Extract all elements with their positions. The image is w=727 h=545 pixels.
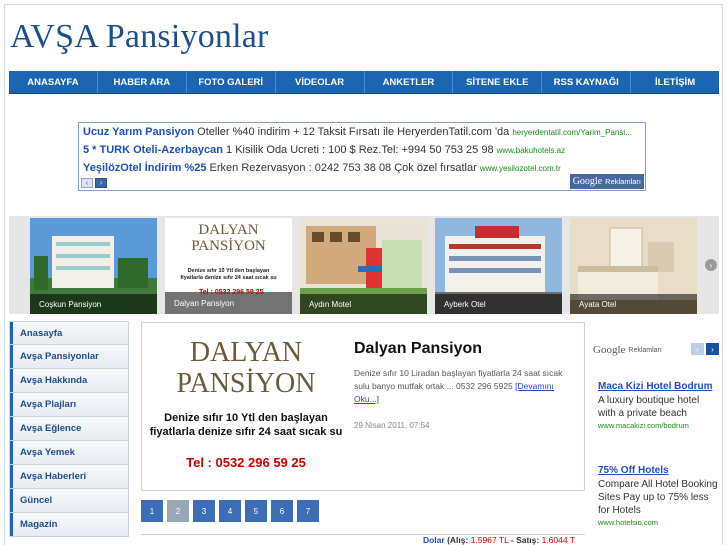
page-button[interactable]: 1 — [141, 500, 163, 522]
promo-line: Denize sıfır 10 Ytl den başlayan — [187, 268, 270, 274]
buy-value: 1.5967 TL — [470, 535, 509, 545]
nav-item-anketler[interactable]: ANKETLER — [365, 71, 454, 93]
badge-label: Reklamları — [605, 177, 641, 186]
nav-item-videolar[interactable]: VİDEOLAR — [276, 71, 365, 93]
phone-number: Tel : 0532 296 59 25 — [186, 455, 306, 470]
google-logo: Google — [572, 176, 603, 187]
right-ad-url[interactable]: www.hotelsio.com — [598, 518, 719, 527]
page-button[interactable]: 7 — [297, 500, 319, 522]
carousel-caption: Aydın Motel — [300, 294, 427, 314]
promo-text: Denize sıfır 10 Ytl den başlayan fiyatla… — [147, 411, 345, 439]
top-ads-box: Ucuz Yarım Pansiyon Oteller %40 indirim … — [78, 122, 646, 191]
nav-item-haber-ara[interactable]: HABER ARA — [98, 71, 187, 93]
ad-pager: ‹ › — [81, 178, 107, 188]
nav-item-foto-galeri[interactable]: FOTO GALERİ — [187, 71, 276, 93]
google-logo: Google — [593, 344, 626, 356]
chevron-right-icon[interactable]: › — [705, 259, 717, 271]
chevron-left-icon[interactable]: ‹ — [81, 178, 93, 188]
right-ad-url[interactable]: www.macakizi.com/bodrum — [598, 421, 719, 430]
logo-line: DALYAN — [189, 337, 303, 368]
carousel-caption: Ayberk Otel — [435, 294, 562, 314]
hotel-carousel: ‹ Coşkun Pansiyon DALYAN PANSİYON Denize… — [9, 216, 719, 314]
ad-title[interactable]: 5 * TURK Oteli-Azerbaycan — [83, 144, 223, 156]
site-title[interactable]: AVŞA Pansiyonlar — [10, 18, 269, 56]
page-button[interactable]: 3 — [193, 500, 215, 522]
page-button[interactable]: 4 — [219, 500, 241, 522]
right-ads: Google Reklamları ‹ › Maca Kizi Hotel Bo… — [593, 343, 719, 527]
page-button[interactable]: 6 — [271, 500, 293, 522]
sidebar-item-avsa-eglence[interactable]: Avşa Eğlence — [9, 417, 129, 441]
ads-label: Reklamları — [628, 346, 662, 354]
nav-item-rss[interactable]: RSS KAYNAĞI — [542, 71, 632, 93]
right-ad[interactable]: 75% Off Hotels Compare All Hotel Booking… — [598, 465, 719, 527]
sidebar-item-anasayfa[interactable]: Anasayfa — [9, 321, 129, 345]
google-ads-badge[interactable]: Google Reklamları — [569, 174, 644, 189]
right-ad-body: A luxury boutique hotel with a private b… — [598, 395, 700, 419]
ad-text: Oteller %40 indirim + 12 Taksit Fırsatı … — [194, 126, 513, 138]
promo-line: Denize sıfır 10 Ytl den başlayan — [164, 412, 328, 424]
right-ad-title[interactable]: Maca Kizi Hotel Bodrum — [598, 381, 719, 392]
sidebar-item-avsa-haberleri[interactable]: Avşa Haberleri — [9, 465, 129, 489]
phone-small: Tel : 0532 296 59 25 — [199, 289, 264, 296]
article-excerpt: Denize sıfır 10 Liradan başlayan fiyatla… — [354, 367, 576, 406]
promo-line: fiyatlarla denize sıfır 24 saat sıcak su — [180, 275, 277, 281]
logo-line: DALYAN — [198, 222, 259, 238]
sidebar-item-guncel[interactable]: Güncel — [9, 489, 129, 513]
carousel-caption: Coşkun Pansiyon — [30, 294, 157, 314]
nav-item-sitene-ekle[interactable]: SİTENE EKLE — [453, 71, 543, 93]
carousel-item[interactable]: Coşkun Pansiyon — [30, 218, 157, 314]
currency-ticker: Dolar (Alış: 1.5967 TL - Satış: 1.6044 T — [141, 534, 585, 545]
sell-value: 1.6044 T — [541, 535, 575, 545]
carousel-caption-box: Dalyan Pansiyon Tel : 0532 296 59 25 — [165, 289, 292, 314]
ad-url[interactable]: www.yesilozotel.com.tr — [480, 164, 561, 173]
page-button[interactable]: 5 — [245, 500, 267, 522]
ad-line[interactable]: 5 * TURK Oteli-Azerbaycan 1 Kisilik Oda … — [83, 144, 565, 156]
article-pager: 1 2 3 4 5 6 7 — [141, 500, 319, 522]
nav-item-anasayfa[interactable]: ANASAYFA — [9, 71, 98, 93]
sidebar-item-avsa-hakkinda[interactable]: Avşa Hakkında — [9, 369, 129, 393]
dalyan-logo-small: DALYAN PANSİYON — [165, 222, 292, 254]
dalyan-logo: DALYAN PANSİYON — [147, 337, 345, 399]
ad-title[interactable]: YeşilözOtel İndirim %25 — [83, 162, 207, 174]
logo-line: PANSİYON — [176, 368, 316, 399]
right-ad-body: Compare All Hotel Booking Sites Pay up t… — [598, 479, 718, 516]
logo-line: PANSİYON — [191, 238, 266, 254]
ad-url[interactable]: www.bakuhotels.az — [497, 146, 565, 155]
carousel-caption: Dalyan Pansiyon — [174, 298, 235, 308]
sidebar-item-avsa-yemek[interactable]: Avşa Yemek — [9, 441, 129, 465]
right-ad[interactable]: Maca Kizi Hotel Bodrum A luxury boutique… — [598, 381, 719, 430]
carousel-item[interactable]: Ayberk Otel — [435, 218, 562, 314]
promo-text-small: Denize sıfır 10 Ytl den başlayan fiyatla… — [165, 268, 292, 282]
article-title[interactable]: Dalyan Pansiyon — [354, 340, 482, 358]
nav-item-iletisim[interactable]: İLETİŞİM — [631, 71, 719, 93]
carousel-item[interactable]: Aydın Motel — [300, 218, 427, 314]
ad-url[interactable]: heryerdentatil.com/Yarim_Pansi... — [512, 128, 631, 137]
sidebar-item-avsa-plajlari[interactable]: Avşa Plajları — [9, 393, 129, 417]
sell-label: - Satış: — [510, 535, 540, 545]
sidebar-item-magazin[interactable]: Magazin — [9, 513, 129, 537]
article-date: 29 Nisan 2011, 07:54 — [354, 421, 430, 430]
sidebar-menu: Anasayfa Avşa Pansiyonlar Avşa Hakkında … — [9, 321, 129, 537]
ad-text: 1 Kisilik Oda Ucreti : 100 $ Rez.Tel: +9… — [222, 144, 497, 156]
carousel-item[interactable]: DALYAN PANSİYON Denize sıfır 10 Ytl den … — [165, 218, 292, 314]
promo-line: fiyatlarla denize sıfır 24 saat sıcak su — [149, 426, 343, 438]
chevron-right-icon[interactable]: › — [95, 178, 107, 188]
featured-article: DALYAN PANSİYON Denize sıfır 10 Ytl den … — [141, 322, 585, 491]
right-ad-title[interactable]: 75% Off Hotels — [598, 465, 719, 476]
sidebar-item-avsa-pansiyonlar[interactable]: Avşa Pansiyonlar — [9, 345, 129, 369]
chevron-left-icon[interactable]: ‹ — [691, 343, 704, 355]
currency-label: Dolar — [422, 535, 445, 545]
main-nav: ANASAYFA HABER ARA FOTO GALERİ VİDEOLAR … — [9, 71, 719, 94]
ad-line[interactable]: Ucuz Yarım Pansiyon Oteller %40 indirim … — [83, 126, 632, 138]
ad-title[interactable]: Ucuz Yarım Pansiyon — [83, 126, 194, 138]
chevron-right-icon[interactable]: › — [706, 343, 719, 355]
ad-text: Erken Rezervasyon : 0242 753 38 08 Çok ö… — [206, 162, 480, 174]
carousel-caption: Ayata Otel — [570, 294, 697, 314]
carousel-item[interactable]: Ayata Otel — [570, 218, 697, 314]
right-ads-pager: ‹ › — [691, 343, 719, 355]
page-button-active[interactable]: 2 — [167, 500, 189, 522]
featured-image[interactable]: DALYAN PANSİYON Denize sıfır 10 Ytl den … — [147, 327, 345, 487]
ad-line[interactable]: YeşilözOtel İndirim %25 Erken Rezervasyo… — [83, 162, 561, 174]
buy-label: (Alış: — [447, 535, 469, 545]
